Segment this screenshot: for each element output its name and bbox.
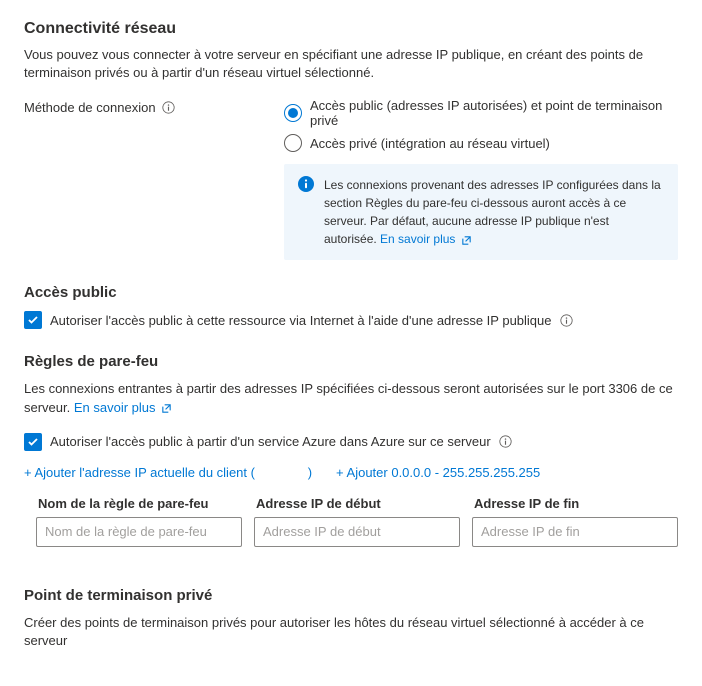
learn-more-link[interactable]: En savoir plus (380, 232, 472, 246)
info-callout-text: Les connexions provenant des adresses IP… (324, 178, 661, 246)
allow-azure-services-label: Autoriser l'accès public à partir d'un s… (50, 434, 491, 449)
info-icon[interactable] (560, 313, 574, 327)
radio-private-access-label: Accès privé (intégration au réseau virtu… (310, 136, 550, 151)
firewall-rule-name-header: Nom de la règle de pare-feu (36, 496, 242, 511)
network-connectivity-heading: Connectivité réseau (24, 20, 678, 38)
public-access-heading: Accès public (24, 284, 678, 301)
end-ip-input[interactable] (472, 517, 678, 547)
private-endpoint-heading: Point de terminaison privé (24, 587, 678, 604)
private-endpoint-description: Créer des points de terminaison privés p… (24, 614, 678, 650)
firewall-rules-heading: Règles de pare-feu (24, 353, 678, 370)
external-link-icon (461, 235, 472, 246)
allow-azure-services-checkbox[interactable] (24, 433, 42, 451)
firewall-rule-name-input[interactable] (36, 517, 242, 547)
start-ip-input[interactable] (254, 517, 460, 547)
firewall-rules-description: Les connexions entrantes à partir des ad… (24, 380, 678, 416)
radio-private-access[interactable] (284, 134, 302, 152)
add-full-range-link[interactable]: + Ajouter 0.0.0.0 - 255.255.255.255 (336, 465, 540, 480)
learn-more-link[interactable]: En savoir plus (74, 400, 172, 415)
allow-public-access-checkbox[interactable] (24, 311, 42, 329)
info-icon[interactable] (162, 101, 176, 115)
allow-public-access-label: Autoriser l'accès public à cette ressour… (50, 313, 552, 328)
info-icon[interactable] (499, 435, 513, 449)
external-link-icon (161, 403, 172, 414)
network-connectivity-description: Vous pouvez vous connecter à votre serve… (24, 46, 678, 82)
connection-method-label: Méthode de connexion (24, 98, 284, 115)
radio-public-access-label: Accès public (adresses IP autorisées) et… (310, 98, 678, 128)
end-ip-header: Adresse IP de fin (472, 496, 678, 511)
start-ip-header: Adresse IP de début (254, 496, 460, 511)
add-current-client-ip-link[interactable]: + Ajouter l'adresse IP actuelle du clien… (24, 465, 312, 480)
info-icon (298, 176, 314, 192)
radio-public-access[interactable] (284, 104, 302, 122)
info-callout: Les connexions provenant des adresses IP… (284, 164, 678, 260)
